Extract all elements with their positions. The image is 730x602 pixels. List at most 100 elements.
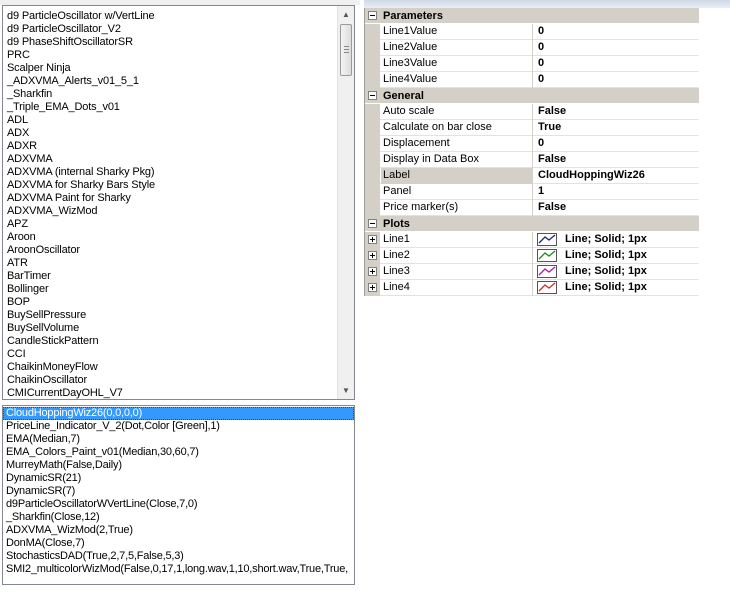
expand-plus-icon[interactable]	[368, 251, 377, 260]
indicator-list-item[interactable]: Aroon	[3, 231, 337, 244]
configured-indicator-item[interactable]: CloudHoppingWiz26(0,0,0,0)	[3, 407, 354, 420]
indicator-list-item[interactable]: _Sharkfin	[3, 88, 337, 101]
scroll-down-arrow-icon[interactable]: ▼	[338, 382, 354, 399]
indicator-list-item[interactable]: _Triple_EMA_Dots_v01	[3, 101, 337, 114]
indicator-list-item[interactable]: ChaikinOscillator	[3, 374, 337, 387]
property-name: Line3	[381, 264, 533, 280]
configured-indicator-item[interactable]: PriceLine_Indicator_V_2(Dot,Color [Green…	[3, 420, 354, 433]
indicator-list-item[interactable]: PRC	[3, 49, 337, 62]
property-row[interactable]: Line1 Line; Solid; 1px	[365, 232, 699, 248]
scroll-up-arrow-icon[interactable]: ▲	[338, 6, 354, 23]
plot-color-swatch-icon	[537, 265, 557, 278]
property-value[interactable]: Line; Solid; 1px	[535, 280, 699, 296]
row-margin	[365, 280, 380, 296]
property-row[interactable]: Line2Value 0	[365, 40, 699, 56]
property-row[interactable]: Calculate on bar close True	[365, 120, 699, 136]
property-grid-right-area	[699, 8, 730, 296]
indicator-list[interactable]: d9 ParticleOscillator w/VertLine d9 Parti…	[2, 5, 355, 400]
configured-indicator-item[interactable]: DonMA(Close,7)	[3, 537, 354, 550]
property-row[interactable]: Label CloudHoppingWiz26	[365, 168, 699, 184]
indicator-list-item[interactable]: d9 ParticleOscillator_V2	[3, 23, 337, 36]
property-value[interactable]: True	[535, 120, 699, 136]
indicator-list-scrollbar[interactable]: ▲ ▼	[337, 6, 354, 399]
category-parameters[interactable]: Parameters	[365, 8, 699, 24]
indicator-list-item[interactable]: ADXVMA_WizMod	[3, 205, 337, 218]
row-margin	[365, 24, 380, 40]
property-value[interactable]: 0	[535, 24, 699, 40]
expand-plus-icon[interactable]	[368, 267, 377, 276]
configured-indicator-item[interactable]: d9ParticleOscillatorWVertLine(Close,7,0)	[3, 498, 354, 511]
indicator-list-item[interactable]: CandleStickPattern	[3, 335, 337, 348]
indicator-list-item[interactable]: ADXVMA for Sharky Bars Style	[3, 179, 337, 192]
configured-indicator-item[interactable]: EMA(Median,7)	[3, 433, 354, 446]
property-row[interactable]: Line4 Line; Solid; 1px	[365, 280, 699, 296]
indicator-list-item[interactable]: AroonOscillator	[3, 244, 337, 257]
indicator-list-item[interactable]: ADL	[3, 114, 337, 127]
indicator-list-item[interactable]: d9 ParticleOscillator w/VertLine	[3, 10, 337, 23]
scroll-thumb[interactable]	[340, 24, 352, 76]
configured-indicator-item[interactable]: DynamicSR(7)	[3, 485, 354, 498]
indicator-list-item[interactable]: Scalper Ninja	[3, 62, 337, 75]
indicator-list-item[interactable]: CMICurrentDayOHL_V7	[3, 387, 337, 399]
indicator-list-item[interactable]: Bollinger	[3, 283, 337, 296]
row-margin	[365, 104, 380, 120]
property-value[interactable]: 1	[535, 184, 699, 200]
collapse-toggle-icon[interactable]	[368, 219, 377, 228]
row-margin	[365, 264, 380, 280]
property-row[interactable]: Line3 Line; Solid; 1px	[365, 264, 699, 280]
indicator-list-item[interactable]: BuySellPressure	[3, 309, 337, 322]
plot-color-swatch-icon	[537, 281, 557, 294]
indicator-list-item[interactable]: ADXVMA (internal Sharky Pkg)	[3, 166, 337, 179]
collapse-toggle-icon[interactable]	[368, 11, 377, 20]
property-row[interactable]: Panel 1	[365, 184, 699, 200]
grip-line	[344, 49, 349, 50]
category-general[interactable]: General	[365, 88, 699, 104]
property-row[interactable]: Displacement 0	[365, 136, 699, 152]
property-value[interactable]: False	[535, 104, 699, 120]
configured-indicator-item[interactable]: EMA_Colors_Paint_v01(Median,30,60,7)	[3, 446, 354, 459]
property-value[interactable]: Line; Solid; 1px	[535, 232, 699, 248]
property-value[interactable]: False	[535, 152, 699, 168]
indicator-list-item[interactable]: APZ	[3, 218, 337, 231]
indicator-list-item[interactable]: BuySellVolume	[3, 322, 337, 335]
category-plots[interactable]: Plots	[365, 216, 699, 232]
configured-indicator-item[interactable]: MurreyMath(False,Daily)	[3, 459, 354, 472]
property-value[interactable]: 0	[535, 40, 699, 56]
indicator-list-item[interactable]: BarTimer	[3, 270, 337, 283]
property-value[interactable]: Line; Solid; 1px	[535, 264, 699, 280]
property-value[interactable]: False	[535, 200, 699, 216]
property-value[interactable]: 0	[535, 72, 699, 88]
property-value[interactable]: Line; Solid; 1px	[535, 248, 699, 264]
property-row[interactable]: Line2 Line; Solid; 1px	[365, 248, 699, 264]
property-row[interactable]: Price marker(s) False	[365, 200, 699, 216]
plot-style-text: Line; Solid; 1px	[565, 265, 647, 277]
property-row[interactable]: Line4Value 0	[365, 72, 699, 88]
indicator-list-item[interactable]: ATR	[3, 257, 337, 270]
property-row[interactable]: Line3Value 0	[365, 56, 699, 72]
configured-indicators-list[interactable]: CloudHoppingWiz26(0,0,0,0) PriceLine_Indi…	[2, 405, 355, 585]
configured-indicator-item[interactable]: _Sharkfin(Close,12)	[3, 511, 354, 524]
indicator-list-item[interactable]: ChaikinMoneyFlow	[3, 361, 337, 374]
collapse-toggle-icon[interactable]	[368, 91, 377, 100]
property-grid-header-bar	[364, 0, 730, 8]
configured-indicator-item[interactable]: StochasticsDAD(True,2,7,5,False,5,3)	[3, 550, 354, 563]
configured-indicator-item[interactable]: ADXVMA_WizMod(2,True)	[3, 524, 354, 537]
expand-plus-icon[interactable]	[368, 283, 377, 292]
indicator-list-item[interactable]: CCI	[3, 348, 337, 361]
indicator-list-item[interactable]: ADXVMA	[3, 153, 337, 166]
indicator-list-item[interactable]: ADXVMA Paint for Sharky	[3, 192, 337, 205]
indicator-list-item[interactable]: BOP	[3, 296, 337, 309]
configured-indicator-item[interactable]: SMI2_multicolorWizMod(False,0,17,1,long.…	[3, 563, 354, 576]
property-row[interactable]: Display in Data Box False	[365, 152, 699, 168]
configured-indicator-item[interactable]: DynamicSR(21)	[3, 472, 354, 485]
indicator-list-item[interactable]: d9 PhaseShiftOscillatorSR	[3, 36, 337, 49]
property-value[interactable]: 0	[535, 56, 699, 72]
property-row[interactable]: Line1Value 0	[365, 24, 699, 40]
indicator-list-item[interactable]: ADXR	[3, 140, 337, 153]
property-value[interactable]: 0	[535, 136, 699, 152]
expand-plus-icon[interactable]	[368, 235, 377, 244]
indicator-list-item[interactable]: _ADXVMA_Alerts_v01_5_1	[3, 75, 337, 88]
indicator-list-item[interactable]: ADX	[3, 127, 337, 140]
property-row[interactable]: Auto scale False	[365, 104, 699, 120]
property-value[interactable]: CloudHoppingWiz26	[535, 168, 699, 184]
